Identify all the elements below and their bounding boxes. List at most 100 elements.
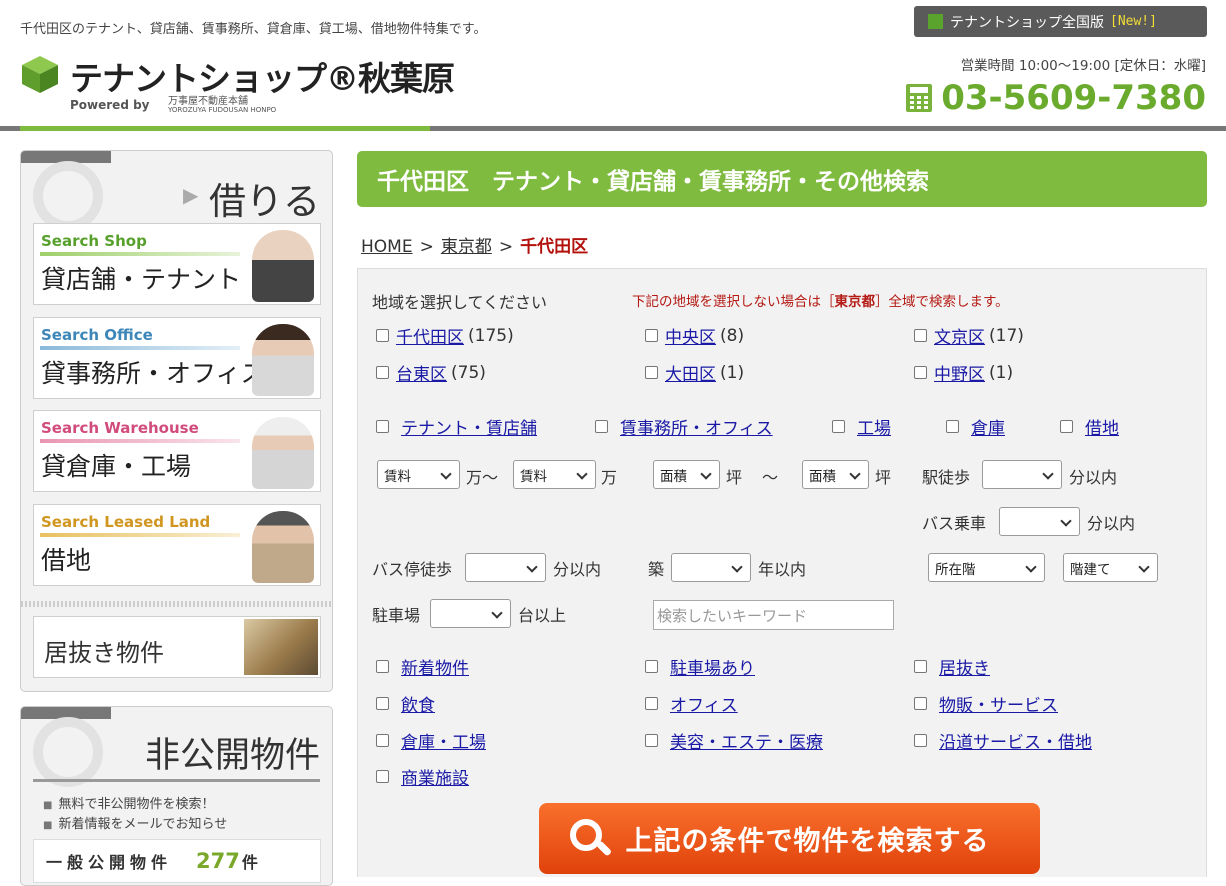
national-version-button[interactable]: テナントショップ全国版 [New!] [914,6,1207,37]
type-option[interactable]: 工場 [832,414,891,439]
public-count-unit: 件 [241,853,258,872]
parking-label: 駐車場 [372,606,421,625]
area-checkbox[interactable] [645,329,658,342]
rent-min-select[interactable]: 賃料 [377,460,460,489]
feature-checkbox[interactable] [376,770,389,783]
public-count-badge: 一般公開物件 277 件 [33,839,321,883]
businessman-photo [252,230,314,302]
type-checkbox[interactable] [595,420,608,433]
bus-stop-walk-select[interactable] [465,553,546,582]
new-badge: [New!] [1110,14,1157,29]
area-min-select[interactable]: 面積 [653,460,720,489]
area-max-select[interactable]: 面積 [802,460,869,489]
area-option[interactable]: 台東区 (75) [376,360,486,385]
feature-checkbox[interactable] [645,734,658,747]
worker-photo [252,417,314,489]
breadcrumb-tokyo[interactable]: 東京都 [441,237,492,257]
inuki-link[interactable]: 居抜き物件 [33,616,321,678]
area-checkbox[interactable] [914,329,927,342]
area-checkbox[interactable] [376,329,389,342]
phone-number[interactable]: 03-5609-7380 [905,78,1206,118]
type-checkbox[interactable] [946,420,959,433]
feature-checkbox[interactable] [914,697,927,710]
category-ja-label: 貸倉庫・工場 [41,452,192,481]
feature-checkbox[interactable] [914,734,927,747]
category-en-label: Search Warehouse [41,419,199,437]
search-submit-button[interactable]: 上記の条件で物件を検索する [539,803,1040,874]
feature-checkbox[interactable] [645,697,658,710]
site-logo[interactable]: テナントショップ®秋葉原 Powered by 万事屋不動産本舗 YOROZUY… [18,52,455,118]
type-option[interactable]: 賃事務所・オフィス [595,414,773,439]
private-feature-item: 新着情報をメールでお知らせ [43,813,227,832]
category-ja-label: 借地 [41,546,92,575]
area-option[interactable]: 大田区 (1) [645,360,744,385]
feature-option[interactable]: 商業施設 [376,764,469,789]
category-office-link[interactable]: Search Office 貸事務所・オフィス [33,317,321,399]
parking-select[interactable] [430,599,511,628]
type-option[interactable]: 倉庫 [946,414,1005,439]
floor-select[interactable]: 所在階 [928,553,1045,582]
feature-option[interactable]: 美容・エステ・医療 [645,728,823,753]
interior-photo [244,619,318,675]
rent-max-select[interactable]: 賃料 [513,460,596,489]
area-option[interactable]: 中央区 (8) [645,323,744,348]
bus-ride-select[interactable] [999,507,1080,536]
area-option[interactable]: 千代田区 (175) [376,323,514,348]
bus-ride-label: バス乗車 [922,514,987,533]
sidebar: ▶ 借りる Search Shop 貸店舗・テナント Search Office… [20,150,333,886]
feature-option[interactable]: 沿道サービス・借地 [914,728,1092,753]
business-hours: 営業時間 10:00～19:00 [定休日：水曜] [960,58,1206,74]
area-checkbox[interactable] [645,366,658,379]
logo-powered-by: Powered by [70,98,150,112]
arrow-right-icon: ▶ [183,183,199,207]
keyword-input[interactable]: 検索したいキーワード [653,600,894,630]
feature-checkbox[interactable] [376,734,389,747]
feature-option[interactable]: 飲食 [376,691,435,716]
calculator-phone-icon [906,84,933,112]
inuki-label: 居抜き物件 [44,639,164,667]
feature-option[interactable]: 物販・サービス [914,691,1058,716]
feature-option[interactable]: 駐車場あり [645,654,755,679]
breadcrumb: HOME > 東京都 > 千代田区 [361,237,589,257]
category-land-link[interactable]: Search Leased Land 借地 [33,504,321,586]
private-listings-box[interactable]: 非公開物件 無料で非公開物件を検索！ 新着情報をメールでお知らせ 一般公開物件 … [20,706,333,886]
building-age-label: 築 [648,560,665,579]
type-option[interactable]: 借地 [1060,414,1119,439]
category-en-label: Search Office [41,326,153,344]
feature-checkbox[interactable] [376,660,389,673]
station-walk-unit: 分以内 [1069,468,1118,487]
feature-option[interactable]: 新着物件 [376,654,469,679]
category-warehouse-link[interactable]: Search Warehouse 貸倉庫・工場 [33,410,321,492]
building-age-unit: 年以内 [758,560,807,579]
building-age-select[interactable] [671,553,751,582]
breadcrumb-current: 千代田区 [520,237,589,257]
station-walk-select[interactable] [982,460,1062,489]
type-checkbox[interactable] [832,420,845,433]
area-option[interactable]: 文京区 (17) [914,323,1024,348]
logo-company: 万事屋不動産本舗 YOROZUYA FUDOUSAN HONPO [168,96,276,115]
feature-option[interactable]: 倉庫・工場 [376,728,486,753]
building-floors-select[interactable]: 階建て [1063,553,1158,582]
feature-checkbox[interactable] [645,660,658,673]
feature-option[interactable]: 居抜き [914,654,990,679]
feature-checkbox[interactable] [376,697,389,710]
bus-ride-unit: 分以内 [1087,514,1136,533]
type-checkbox[interactable] [376,420,389,433]
area-option[interactable]: 中野区 (1) [914,360,1013,385]
parking-unit: 台以上 [518,606,567,625]
bus-stop-walk-unit: 分以内 [553,560,602,579]
type-option[interactable]: テナント・賃店舗 [376,414,537,439]
feature-checkbox[interactable] [914,660,927,673]
station-walk-label: 駅徒歩 [922,468,971,487]
area-checkbox[interactable] [914,366,927,379]
category-ja-label: 貸店舗・テナント [41,265,242,294]
search-icon [569,818,612,859]
area-unit-label: 坪 [726,468,743,487]
breadcrumb-home[interactable]: HOME [361,237,413,257]
area-unit-label: 坪 [875,468,892,487]
feature-option[interactable]: オフィス [645,691,738,716]
category-shop-link[interactable]: Search Shop 貸店舗・テナント [33,223,321,305]
type-checkbox[interactable] [1060,420,1073,433]
office-woman-photo [252,324,314,396]
area-checkbox[interactable] [376,366,389,379]
